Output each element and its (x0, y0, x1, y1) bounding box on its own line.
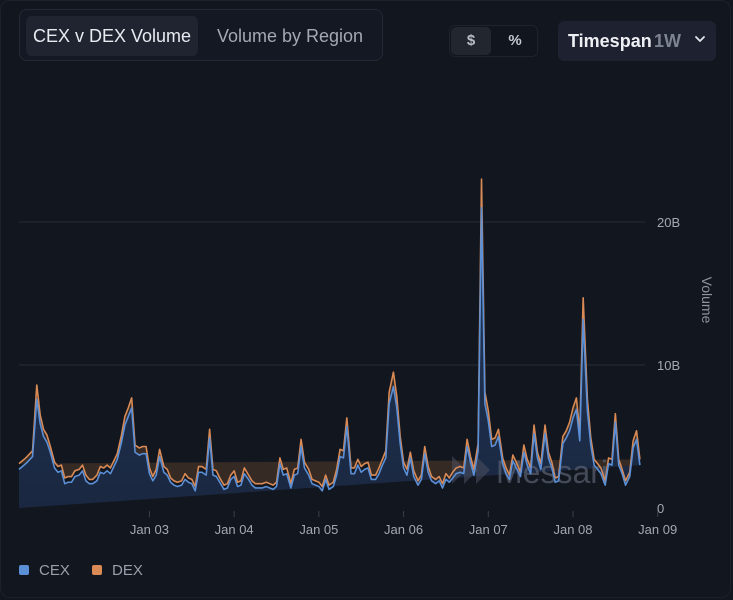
cex-line (18, 206, 641, 492)
x-tick-label: Jan 05 (299, 522, 338, 537)
x-tick-label: Jan 06 (384, 522, 423, 537)
y-axis-title: Volume (699, 277, 715, 324)
x-tick-label: Jan 08 (553, 522, 592, 537)
x-tick-label: Jan 09 (638, 522, 677, 537)
dex-swatch (92, 565, 102, 575)
x-tick-label: Jan 07 (469, 522, 508, 537)
x-tick-label: Jan 03 (130, 522, 169, 537)
legend-item-dex[interactable]: DEX (92, 560, 143, 580)
legend-label-dex: DEX (112, 561, 143, 579)
x-tick-label: Jan 04 (215, 522, 254, 537)
cex-swatch (19, 565, 29, 575)
y-tick-label: 20B (657, 215, 680, 230)
y-tick-label: 10B (657, 358, 680, 373)
legend-label-cex: CEX (39, 561, 70, 579)
legend-item-cex[interactable]: CEX (19, 560, 70, 580)
area-chart: Messari 010B20B Jan 03 Jan 04 Jan 05 Jan 06… (18, 178, 715, 537)
